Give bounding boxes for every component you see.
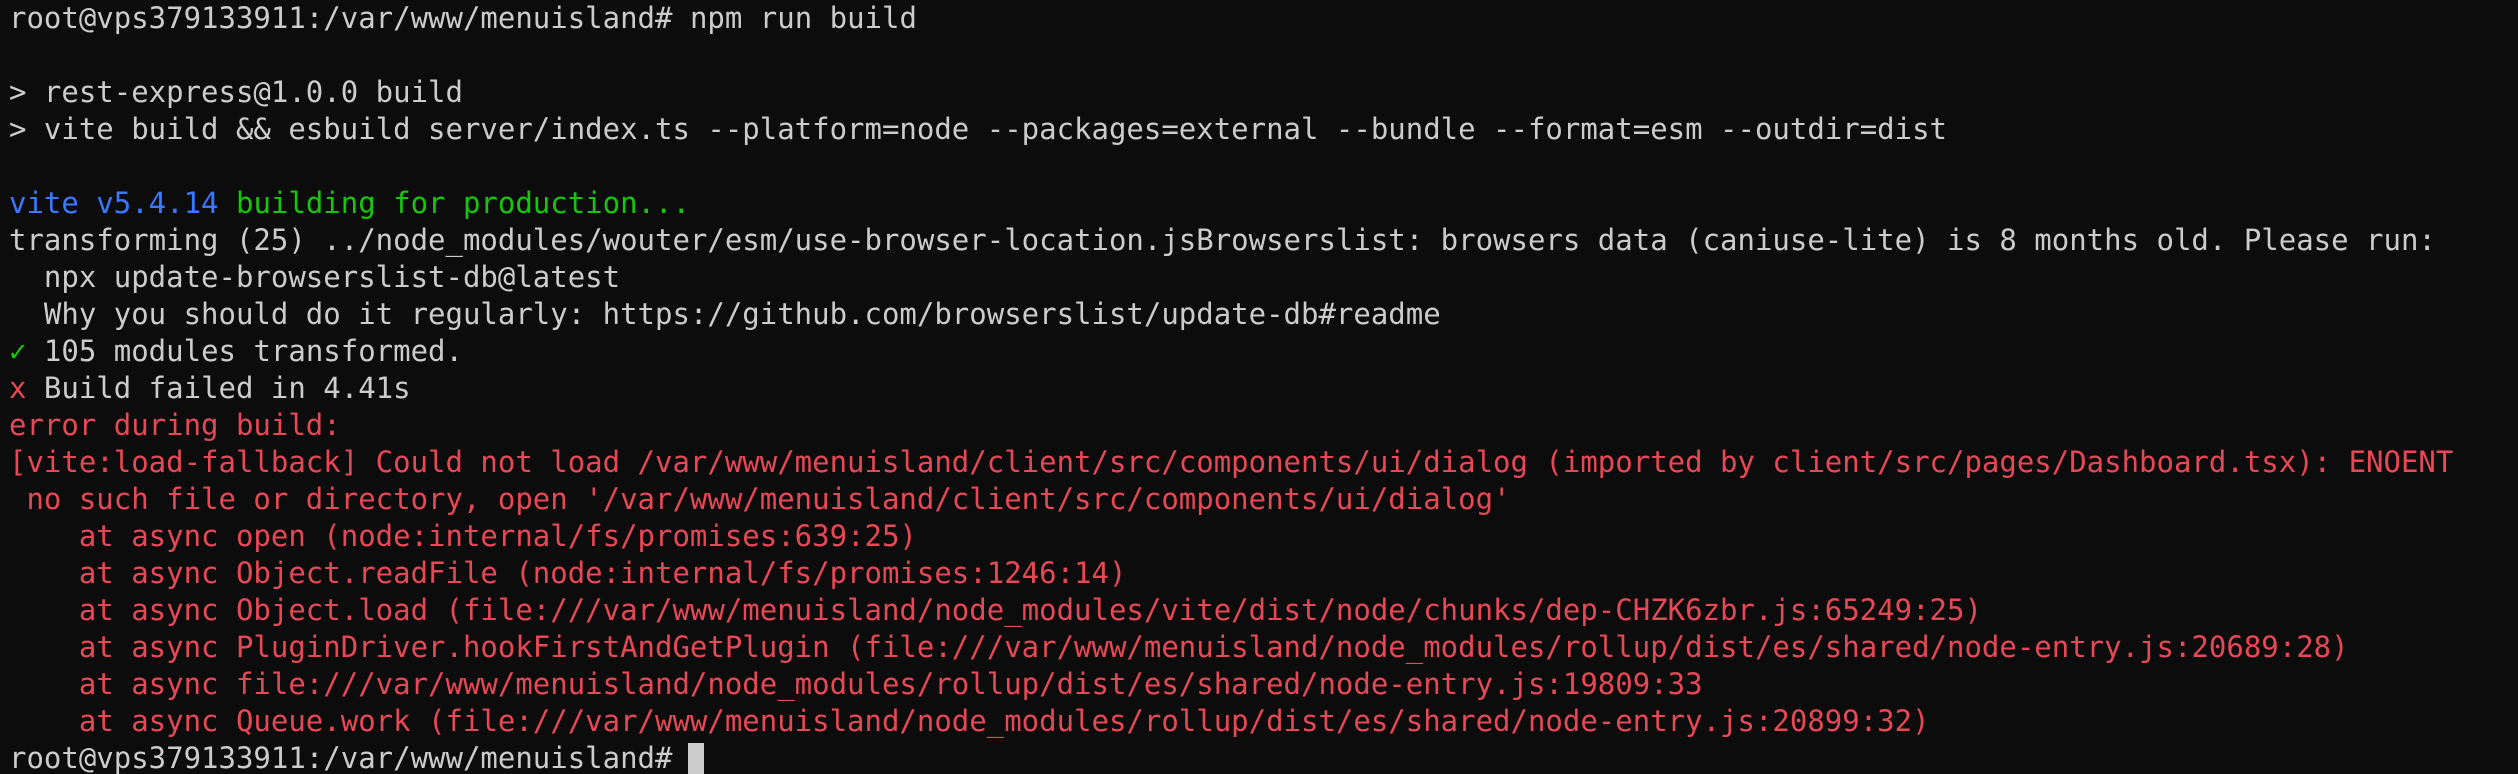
error-heading: error during build: bbox=[9, 408, 341, 442]
stack-trace-line: at async Object.readFile (node:internal/… bbox=[9, 556, 1127, 590]
modules-transformed-line: ✓ 105 modules transformed. bbox=[9, 333, 2518, 370]
stack-trace-line: at async file:///var/www/menuisland/node… bbox=[9, 667, 1703, 701]
shell-prompt: root@vps379133911:/var/www/menuisland# bbox=[9, 1, 673, 35]
shell-prompt: root@vps379133911:/var/www/menuisland# bbox=[9, 741, 673, 774]
npx-suggestion: npx update-browserslist-db@latest bbox=[9, 260, 621, 294]
command-line: root@vps379133911:/var/www/menuisland# n… bbox=[9, 0, 2518, 37]
modules-transformed-text: 105 modules transformed. bbox=[26, 334, 463, 368]
building-status: building for production... bbox=[235, 186, 690, 220]
error-message: [vite:load-fallback] Could not load /var… bbox=[9, 445, 2454, 479]
active-prompt-line[interactable]: root@vps379133911:/var/www/menuisland# bbox=[9, 740, 2518, 774]
npm-script-name: > rest-express@1.0.0 build bbox=[9, 75, 463, 109]
text-cursor[interactable] bbox=[688, 743, 705, 774]
x-icon: x bbox=[9, 371, 27, 405]
vite-version: vite v5.4.14 bbox=[9, 186, 219, 220]
stack-trace-line: at async Object.load (file:///var/www/me… bbox=[9, 593, 1982, 627]
build-failed-text: Build failed in 4.41s bbox=[26, 371, 411, 405]
command-text: npm run build bbox=[689, 1, 917, 35]
stack-trace-line: at async Queue.work (file:///var/www/men… bbox=[9, 704, 1930, 738]
stack-trace-line: at async PluginDriver.hookFirstAndGetPlu… bbox=[9, 630, 2349, 664]
error-detail: no such file or directory, open '/var/ww… bbox=[9, 482, 1511, 516]
stack-trace-line: at async open (node:internal/fs/promises… bbox=[9, 519, 917, 553]
terminal-window[interactable]: root@vps379133911:/var/www/menuisland# n… bbox=[0, 0, 2518, 774]
build-failed-line: x Build failed in 4.41s bbox=[9, 370, 2518, 407]
transforming-line: transforming (25) ../node_modules/wouter… bbox=[9, 223, 2436, 257]
vite-build-header: vite v5.4.14 building for production... bbox=[9, 185, 2518, 222]
npm-script-command: > vite build && esbuild server/index.ts … bbox=[9, 112, 1948, 146]
check-icon: ✓ bbox=[9, 334, 27, 368]
why-suggestion: Why you should do it regularly: https://… bbox=[9, 297, 1441, 331]
